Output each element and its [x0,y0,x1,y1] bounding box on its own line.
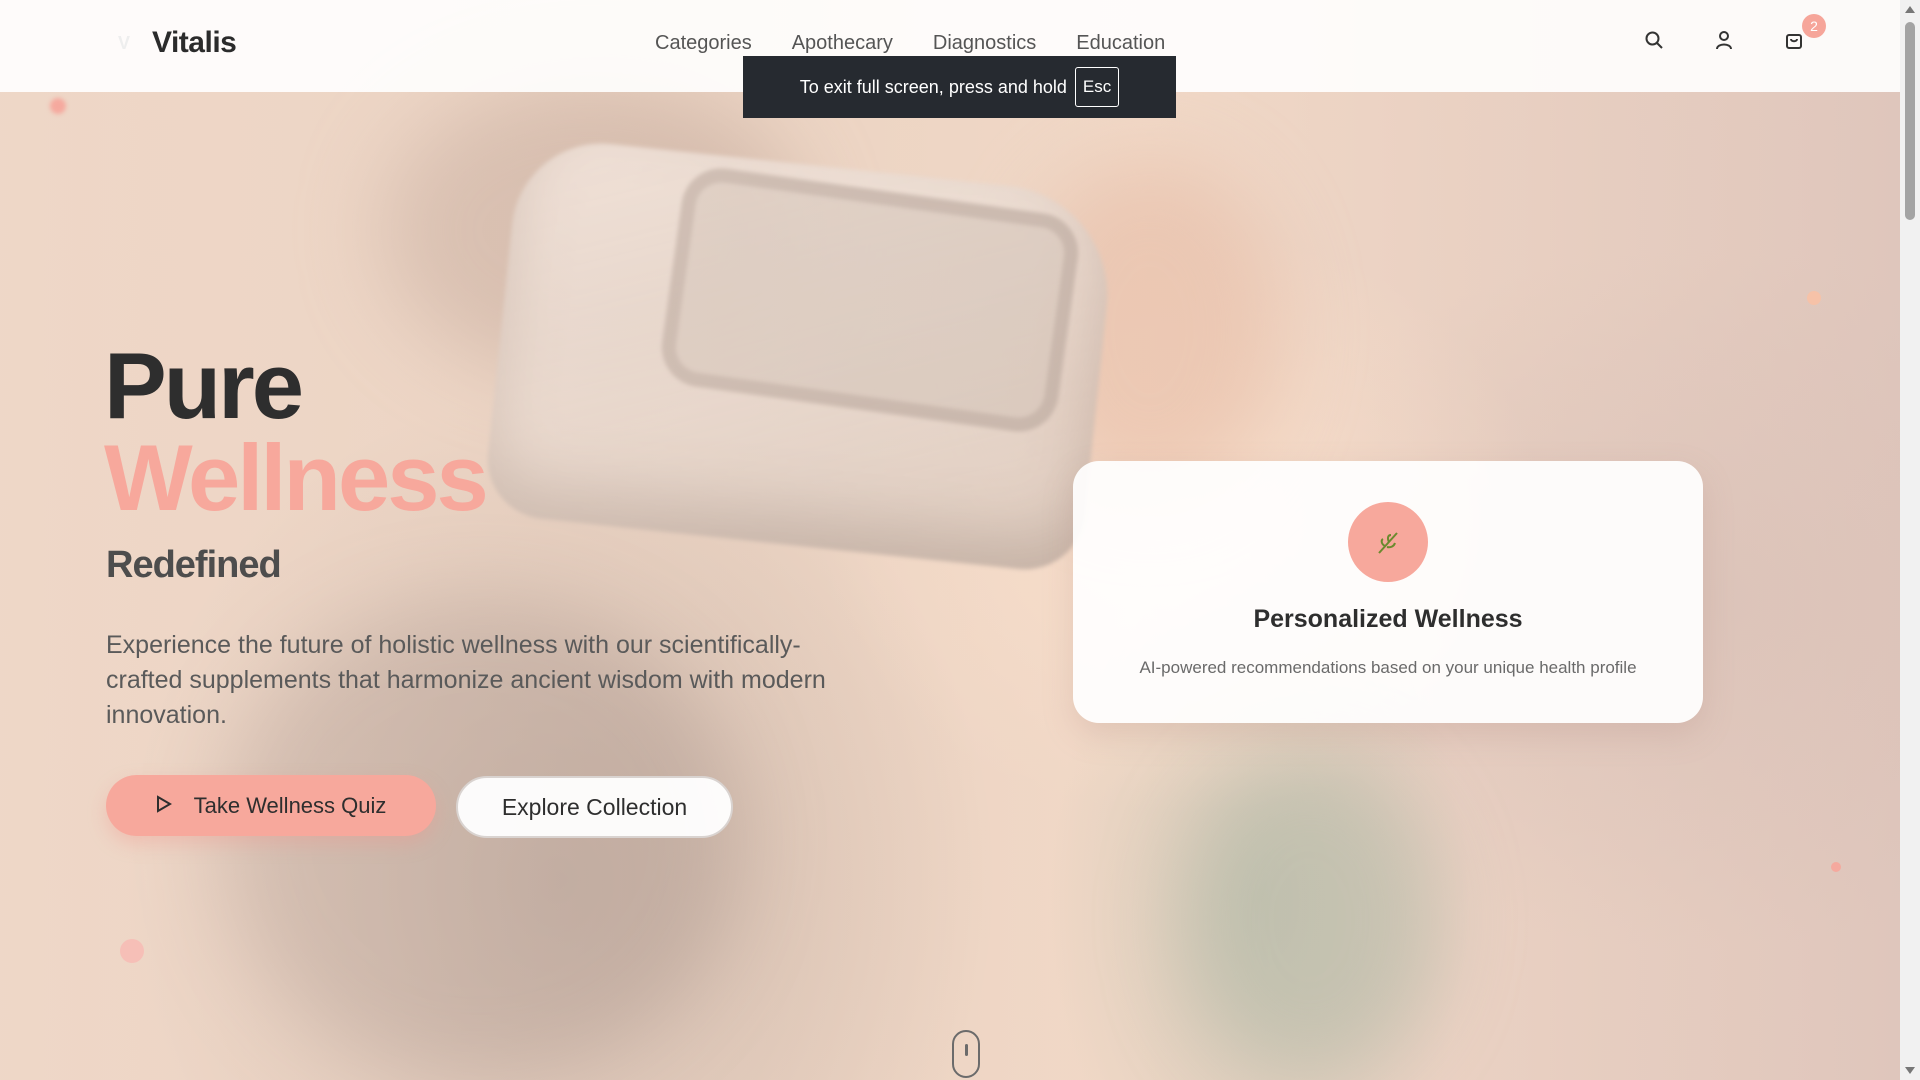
take-wellness-quiz-button[interactable]: Take Wellness Quiz [106,775,436,836]
scrollbar-thumb[interactable] [1905,22,1915,220]
fullscreen-toast-text: To exit full screen, press and hold [799,76,1067,97]
play-icon [156,793,172,819]
user-icon[interactable] [1714,30,1734,50]
nav-item-education[interactable]: Education [1076,32,1165,55]
hero-description: Experience the future of holistic wellne… [106,631,826,729]
decor-dot [1807,291,1821,305]
scroll-up-arrow-icon[interactable] [1905,6,1915,13]
explore-collection-button[interactable]: Explore Collection [456,776,733,838]
personalized-wellness-card: Personalized Wellness AI-powered recomme… [1073,461,1703,723]
brand-logo[interactable]: V Vitalis [118,26,237,60]
hero-title-line2: Wellness [104,425,489,530]
cart-count-badge: 2 [1802,14,1826,38]
header-actions: 2 [1644,14,1826,50]
scroll-down-arrow-icon[interactable] [1905,1067,1915,1074]
main-nav: Categories Apothecary Diagnostics Educat… [655,32,1165,55]
page-scrollbar[interactable] [1900,0,1920,1080]
fullscreen-exit-toast: To exit full screen, press and hold Esc [743,56,1176,118]
card-description: AI-powered recommendations based on your… [1139,658,1637,677]
decor-dot [50,98,66,114]
card-title: Personalized Wellness [1253,605,1523,633]
nav-item-categories[interactable]: Categories [655,32,752,55]
decor-dot [120,939,144,963]
scroll-down-indicator[interactable] [952,1030,980,1078]
take-wellness-quiz-label: Take Wellness Quiz [193,792,387,818]
nav-item-apothecary[interactable]: Apothecary [792,32,893,55]
search-icon[interactable] [1644,30,1664,50]
decor-dot [1831,862,1841,872]
nav-item-diagnostics[interactable]: Diagnostics [933,32,1036,55]
fullscreen-toast-key: Esc [1074,67,1120,107]
herb-icon [1348,502,1428,582]
brand-name: Vitalis [152,26,237,59]
hero-title-line1: Pure [104,333,304,438]
shopping-bag-icon[interactable]: 2 [1784,14,1826,50]
leaf-v-icon: V [118,33,131,53]
hero-subtitle: Redefined [106,544,282,586]
